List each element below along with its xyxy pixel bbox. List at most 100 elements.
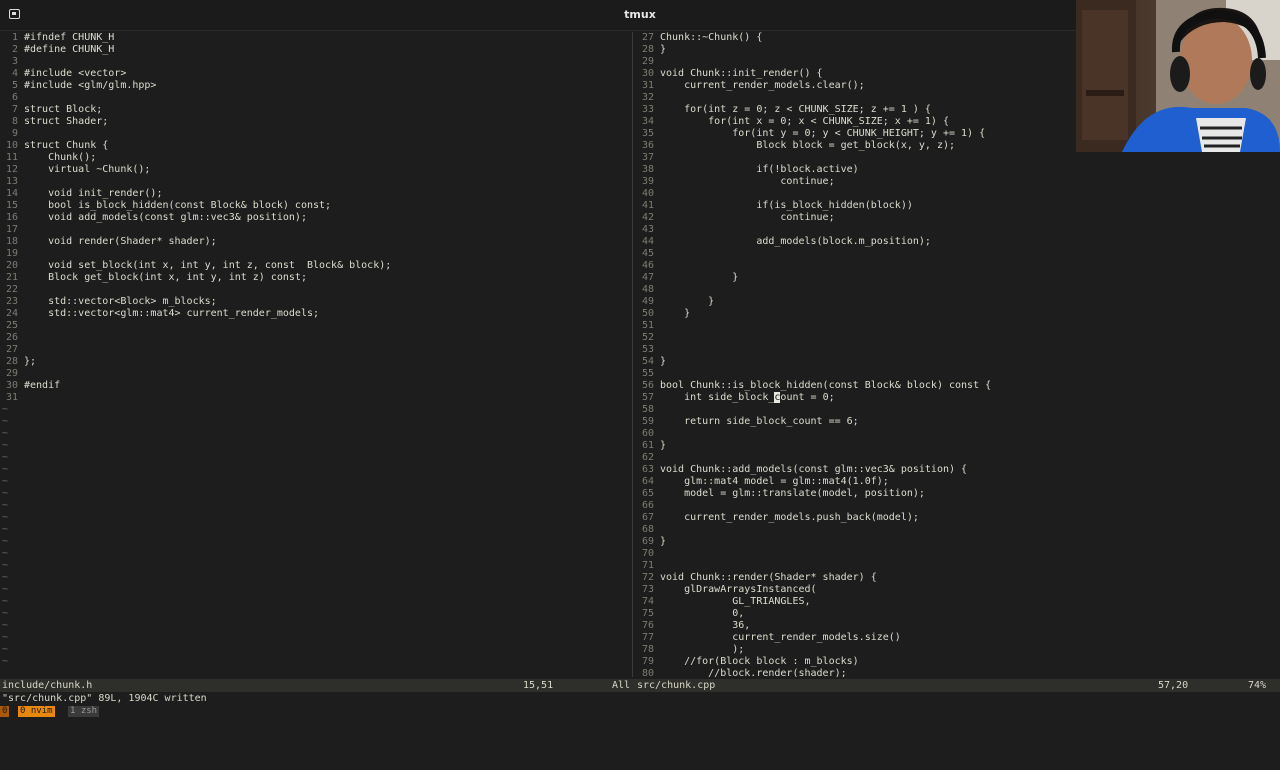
code-text[interactable]: } — [660, 296, 714, 307]
code-text[interactable]: virtual ~Chunk(); — [24, 164, 150, 175]
left-code-line[interactable]: 20 void set_block(int x, int y, int z, c… — [0, 260, 630, 272]
left-code-line[interactable]: 24 std::vector<glm::mat4> current_render… — [0, 308, 630, 320]
left-code-line[interactable]: 18 void render(Shader* shader); — [0, 236, 630, 248]
code-text[interactable]: ); — [660, 644, 744, 655]
code-text[interactable]: } — [660, 356, 666, 367]
left-code-line[interactable]: 19 — [0, 248, 630, 260]
code-text[interactable]: //for(Block block : m_blocks) — [660, 656, 859, 667]
right-code-line[interactable]: 60 — [636, 428, 1280, 440]
code-text[interactable]: void Chunk::add_models(const glm::vec3& … — [660, 464, 967, 475]
code-text[interactable]: Chunk::~Chunk() { — [660, 32, 762, 43]
tmux-window-nvim[interactable]: 0 nvim — [18, 706, 55, 717]
code-text[interactable]: } — [660, 440, 666, 451]
code-text[interactable]: for(int z = 0; z < CHUNK_SIZE; z += 1 ) … — [660, 104, 931, 115]
right-code-line[interactable]: 40 — [636, 188, 1280, 200]
left-code-line[interactable]: 26 — [0, 332, 630, 344]
code-text[interactable]: void set_block(int x, int y, int z, cons… — [24, 260, 391, 271]
right-code-line[interactable]: 69} — [636, 536, 1280, 548]
code-text[interactable]: } — [660, 308, 690, 319]
code-text[interactable]: } — [660, 536, 666, 547]
code-text[interactable]: std::vector<glm::mat4> current_render_mo… — [24, 308, 319, 319]
left-code-line[interactable]: 13 — [0, 176, 630, 188]
right-code-line[interactable]: 63 void Chunk::add_models(const glm::vec3… — [636, 464, 1280, 476]
left-code-line[interactable]: 23 std::vector<Block> m_blocks; — [0, 296, 630, 308]
left-code-line[interactable]: 14 void init_render(); — [0, 188, 630, 200]
left-code-line[interactable]: 30 #endif — [0, 380, 630, 392]
right-code-line[interactable]: 80 //block.render(shader); — [636, 668, 1280, 677]
left-code-line[interactable]: 17 — [0, 224, 630, 236]
right-code-line[interactable]: 48 — [636, 284, 1280, 296]
left-code-line[interactable]: 15 bool is_block_hidden(const Block& blo… — [0, 200, 630, 212]
left-code-line[interactable]: 2 #define CHUNK_H — [0, 44, 630, 56]
code-text[interactable]: if(!block.active) — [660, 164, 858, 175]
left-code-line[interactable]: 21 Block get_block(int x, int y, int z) … — [0, 272, 630, 284]
right-code-line[interactable]: 67 current_render_models.push_back(model… — [636, 512, 1280, 524]
right-code-line[interactable]: 73 glDrawArraysInstanced( — [636, 584, 1280, 596]
tmux-window-zsh[interactable]: 1 zsh — [68, 706, 100, 717]
right-code-line[interactable]: 59 return side_block_count == 6; — [636, 416, 1280, 428]
left-code-line[interactable]: 4 #include <vector> — [0, 68, 630, 80]
pane-divider[interactable] — [632, 32, 633, 677]
right-code-line[interactable]: 38 if(!block.active) — [636, 164, 1280, 176]
right-code-line[interactable]: 45 — [636, 248, 1280, 260]
code-text[interactable]: void Chunk::init_render() { — [660, 68, 823, 79]
right-code-line[interactable]: 61} — [636, 440, 1280, 452]
code-text[interactable]: #define CHUNK_H — [24, 44, 114, 55]
left-code-line[interactable]: 8 struct Shader; — [0, 116, 630, 128]
code-text[interactable]: continue; — [660, 212, 834, 223]
code-text[interactable]: current_render_models.push_back(model); — [660, 512, 919, 523]
right-code-line[interactable]: 66 — [636, 500, 1280, 512]
code-text[interactable]: void render(Shader* shader); — [24, 236, 217, 247]
code-text[interactable]: bool Chunk::is_block_hidden(const Block&… — [660, 380, 991, 391]
right-code-line[interactable]: 41 if(is_block_hidden(block)) — [636, 200, 1280, 212]
left-code-line[interactable]: 5 #include <glm/glm.hpp> — [0, 80, 630, 92]
right-code-line[interactable]: 75 0, — [636, 608, 1280, 620]
left-code-line[interactable]: 25 — [0, 320, 630, 332]
right-code-line[interactable]: 47 } — [636, 272, 1280, 284]
editor-pane-left[interactable]: 1 #ifndef CHUNK_H 2 #define CHUNK_H 3 4 #inclu… — [0, 32, 630, 677]
code-text[interactable]: if(is_block_hidden(block)) — [660, 200, 913, 211]
right-code-line[interactable]: 54} — [636, 356, 1280, 368]
code-text[interactable]: } — [660, 44, 666, 55]
right-code-line[interactable]: 76 36, — [636, 620, 1280, 632]
left-code-line[interactable]: 22 — [0, 284, 630, 296]
left-code-line[interactable]: 31 — [0, 392, 630, 404]
code-text[interactable]: struct Block; — [24, 104, 102, 115]
right-code-line[interactable]: 43 — [636, 224, 1280, 236]
code-text[interactable]: } — [660, 272, 738, 283]
code-text[interactable]: add_models(block.m_position); — [660, 236, 931, 247]
right-code-line[interactable]: 42 continue; — [636, 212, 1280, 224]
right-code-line[interactable]: 39 continue; — [636, 176, 1280, 188]
code-text[interactable]: 0, — [660, 608, 744, 619]
right-code-line[interactable]: 56 bool Chunk::is_block_hidden(const Bloc… — [636, 380, 1280, 392]
left-code-line[interactable]: 10 struct Chunk { — [0, 140, 630, 152]
right-code-line[interactable]: 68 — [636, 524, 1280, 536]
left-code-line[interactable]: 9 — [0, 128, 630, 140]
left-code-line[interactable]: 7 struct Block; — [0, 104, 630, 116]
code-text[interactable]: #ifndef CHUNK_H — [24, 32, 114, 43]
right-code-line[interactable]: 79 //for(Block block : m_blocks) — [636, 656, 1280, 668]
code-text[interactable]: //block.render(shader); — [660, 668, 846, 677]
code-text[interactable]: 36, — [660, 620, 750, 631]
code-text[interactable]: std::vector<Block> m_blocks; — [24, 296, 217, 307]
left-code-line[interactable]: 11 Chunk(); — [0, 152, 630, 164]
right-code-line[interactable]: 58 — [636, 404, 1280, 416]
code-text[interactable]: for(int y = 0; y < CHUNK_HEIGHT; y += 1)… — [660, 128, 985, 139]
right-code-line[interactable]: 74 GL_TRIANGLES, — [636, 596, 1280, 608]
right-code-line[interactable]: 53 — [636, 344, 1280, 356]
right-code-line[interactable]: 51 — [636, 320, 1280, 332]
right-code-line[interactable]: 65 model = glm::translate(model, positio… — [636, 488, 1280, 500]
left-code-line[interactable]: 3 — [0, 56, 630, 68]
left-code-line[interactable]: 28}; — [0, 356, 630, 368]
code-text[interactable]: return side_block_count == 6; — [660, 416, 859, 427]
code-text[interactable]: void add_models(const glm::vec3& positio… — [24, 212, 307, 223]
right-code-line[interactable]: 50 } — [636, 308, 1280, 320]
code-text[interactable]: glm::mat4 model = glm::mat4(1.0f); — [660, 476, 889, 487]
code-text[interactable]: GL_TRIANGLES, — [660, 596, 810, 607]
code-text[interactable]: for(int x = 0; x < CHUNK_SIZE; x += 1) { — [660, 116, 949, 127]
code-text[interactable]: void init_render(); — [24, 188, 162, 199]
code-text[interactable]: current_render_models.size() — [660, 632, 901, 643]
right-code-line[interactable]: 57 int side_block_count = 0; — [636, 392, 1280, 404]
left-code-line[interactable]: 27 — [0, 344, 630, 356]
code-text[interactable]: continue; — [660, 176, 834, 187]
